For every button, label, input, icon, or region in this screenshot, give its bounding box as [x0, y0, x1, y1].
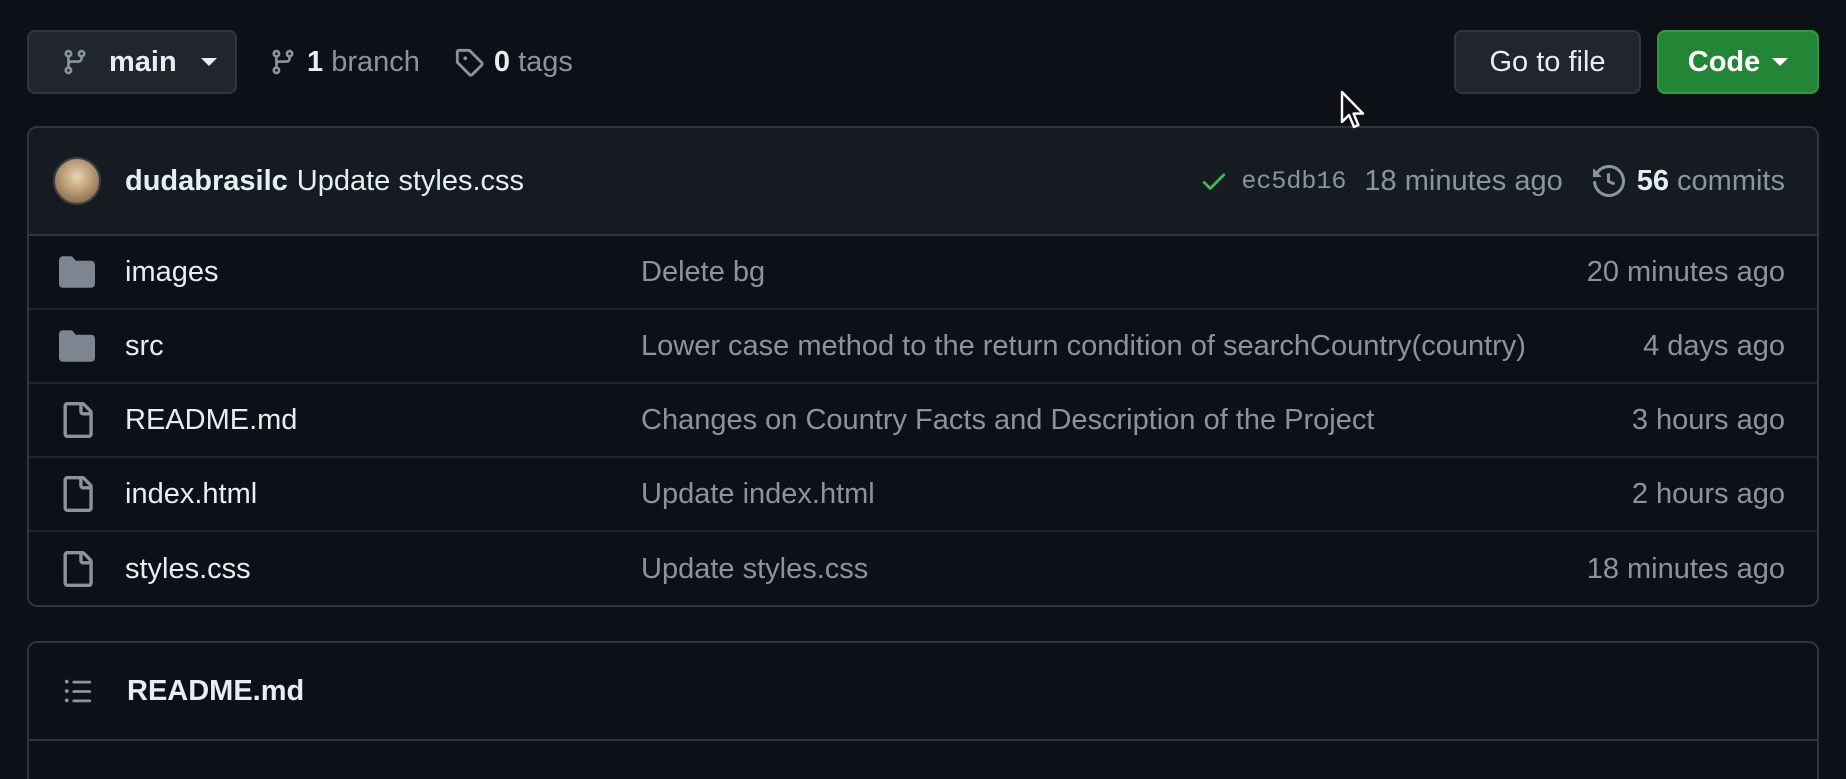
tag-label: tags	[518, 45, 573, 78]
commits-link[interactable]: 56 commits	[1592, 164, 1785, 198]
branch-count: 1	[307, 45, 324, 78]
chevron-down-icon	[200, 58, 217, 66]
check-icon[interactable]	[1199, 166, 1229, 196]
file-age: 3 hours ago	[1631, 403, 1785, 436]
git-branch-icon	[64, 49, 86, 75]
file-name[interactable]: index.html	[125, 478, 257, 511]
list-icon[interactable]	[63, 676, 93, 706]
commit-sha[interactable]: ec5db16	[1241, 167, 1346, 196]
file-commit-message[interactable]: Update styles.css	[641, 553, 1561, 586]
file-row[interactable]: styles.css Update styles.css 18 minutes …	[29, 532, 1817, 605]
commit-message[interactable]: Update styles.css	[297, 165, 524, 198]
code-button[interactable]: Code	[1657, 30, 1819, 94]
mouse-cursor-icon	[1340, 90, 1365, 129]
commit-count: 56	[1636, 164, 1669, 197]
file-commit-message[interactable]: Changes on Country Facts and Description…	[641, 404, 1561, 437]
file-icon	[63, 551, 93, 587]
code-button-label: Code	[1687, 45, 1761, 78]
file-name[interactable]: styles.css	[125, 553, 251, 586]
file-row[interactable]: images Delete bg 20 minutes ago	[29, 236, 1817, 310]
branch-select-button[interactable]: main	[27, 30, 237, 94]
file-commit-message[interactable]: Update index.html	[641, 478, 1561, 511]
file-row[interactable]: src Lower case method to the return cond…	[29, 310, 1817, 384]
file-icon	[63, 476, 93, 512]
tag-icon	[455, 48, 484, 77]
file-icon	[63, 402, 93, 438]
commit-author[interactable]: dudabrasilc	[125, 165, 288, 198]
file-row[interactable]: README.md Changes on Country Facts and D…	[29, 384, 1817, 458]
avatar[interactable]	[53, 157, 101, 205]
branches-link[interactable]: 1 branch	[269, 46, 420, 79]
file-age: 20 minutes ago	[1586, 255, 1785, 288]
history-icon	[1592, 165, 1625, 197]
file-age: 18 minutes ago	[1586, 552, 1785, 585]
tag-count: 0	[493, 45, 511, 78]
tags-link[interactable]: 0 tags	[454, 46, 573, 79]
latest-commit-bar: dudabrasilc Update styles.css ec5db16 18…	[29, 128, 1817, 236]
git-branch-icon	[272, 49, 294, 75]
file-commit-message[interactable]: Delete bg	[641, 256, 1561, 289]
file-name[interactable]: src	[125, 330, 164, 363]
repo-page: main 1 branch 0 tags Go to file Code dud…	[0, 0, 1846, 779]
commit-time: 18 minutes ago	[1364, 164, 1563, 197]
file-age: 2 hours ago	[1631, 477, 1785, 510]
commit-label: commits	[1677, 164, 1785, 197]
chevron-down-icon	[1772, 58, 1789, 66]
file-age: 4 days ago	[1643, 329, 1785, 362]
folder-icon	[59, 330, 95, 362]
go-to-file-button[interactable]: Go to file	[1454, 30, 1641, 94]
branch-name: main	[109, 45, 177, 78]
file-row[interactable]: index.html Update index.html 2 hours ago	[29, 458, 1817, 532]
branch-label: branch	[331, 45, 420, 78]
file-name[interactable]: README.md	[125, 404, 297, 437]
file-commit-message[interactable]: Lower case method to the return conditio…	[641, 330, 1561, 363]
readme-header: README.md	[29, 643, 1817, 741]
readme-panel: README.md	[27, 641, 1819, 779]
file-name[interactable]: images	[125, 256, 219, 289]
file-browser: dudabrasilc Update styles.css ec5db16 18…	[27, 126, 1819, 607]
folder-icon	[59, 256, 95, 288]
repo-toolbar: main 1 branch 0 tags Go to file Code	[27, 30, 1819, 94]
readme-title[interactable]: README.md	[127, 675, 304, 708]
